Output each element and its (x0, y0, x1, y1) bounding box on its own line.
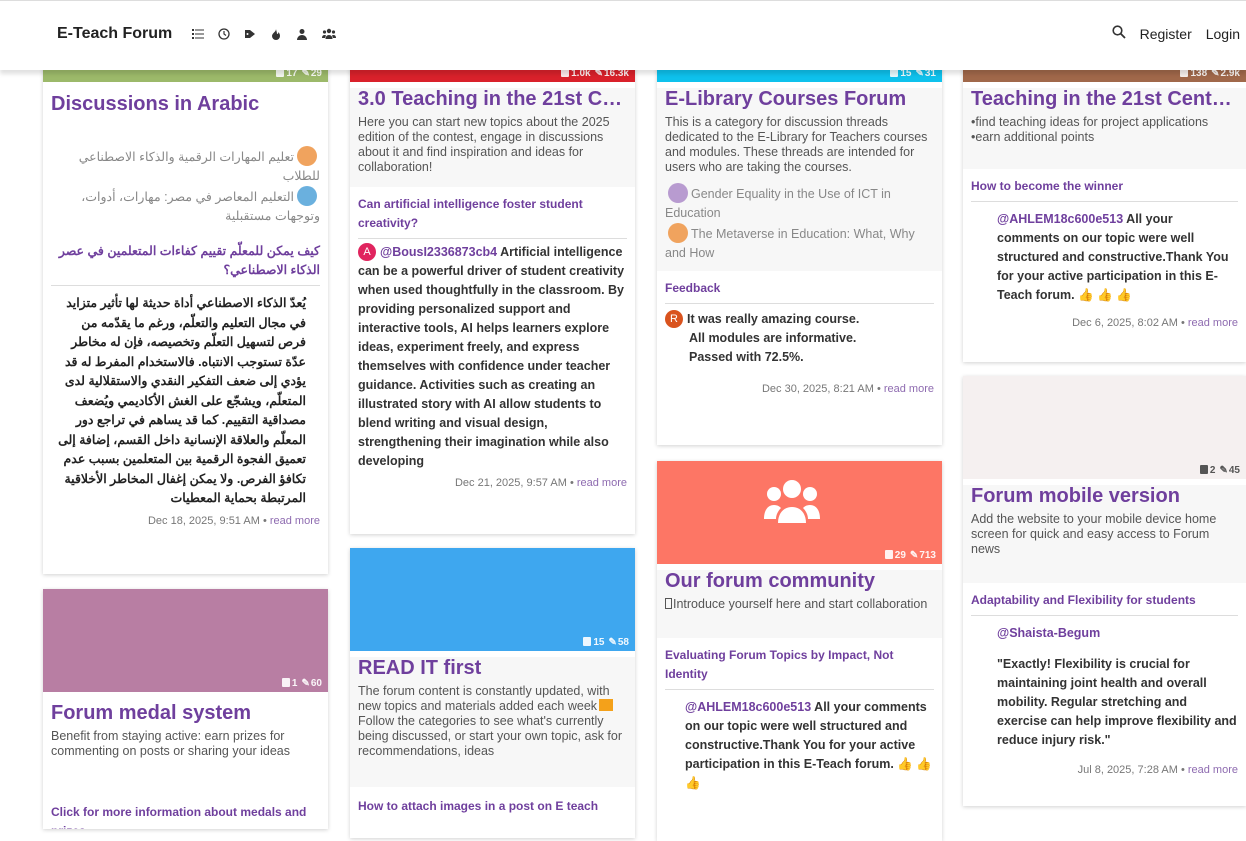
download-icon (599, 699, 614, 711)
category-title[interactable]: READ IT first (350, 657, 635, 680)
category-stats: 1 ✎60 (281, 678, 322, 689)
latest-post-body: يُعدّ الذكاء الاصطناعي أداة حديثة لها تأ… (58, 296, 306, 505)
category-color-bar: 1 ✎60 (43, 589, 328, 692)
post-date: Dec 18, 2025, 9:51 AM • read more (147, 514, 320, 527)
category-description: •find teaching ideas for project applica… (971, 115, 1209, 144)
posts-icon: ✎ (608, 637, 617, 648)
tags-icon[interactable] (244, 28, 256, 40)
latest-post-body: "Exactly! Flexibility is crucial for mai… (997, 657, 1237, 747)
category-card-mobile[interactable]: 2 ✎45 Forum mobile version Add the websit… (963, 376, 1246, 806)
post-date: Dec 30, 2025, 8:21 AM • read more (761, 383, 934, 395)
brand-link[interactable]: E-Teach Forum (57, 25, 172, 43)
category-title[interactable]: Teaching in the 21st Centur... (963, 88, 1246, 111)
posts-icon: ✎ (301, 678, 310, 689)
topics-icon (281, 678, 290, 687)
category-title[interactable]: Discussions in Arabic (43, 93, 328, 116)
category-description: The forum content is constantly updated,… (358, 684, 623, 758)
latest-topic-title[interactable]: How to become the winner (971, 169, 1238, 202)
category-title[interactable]: E-Library Courses Forum (657, 88, 942, 111)
latest-post: @AHLEM18c600e513 All your comments on ou… (665, 690, 934, 793)
clock-icon[interactable] (218, 28, 230, 40)
topics-icon (1199, 465, 1208, 474)
post-author[interactable]: @AHLEM18c600e513 (997, 212, 1123, 226)
post-author[interactable]: @AHLEM18c600e513 (685, 700, 811, 714)
login-link[interactable]: Login (1206, 26, 1240, 42)
comments-icon (297, 186, 317, 206)
register-link[interactable]: Register (1140, 26, 1192, 42)
latest-topic-title[interactable]: كيف يمكن للمعلّم تقييم كفاءات المتعلمين … (51, 234, 320, 286)
category-stats: 15 ✎58 (583, 637, 629, 648)
post-date: Jul 8, 2025, 7:28 AM • read more (1077, 764, 1238, 776)
category-stats: 29 ✎713 (884, 550, 936, 561)
latest-post: A @BousI2336873cb4 Artificial intelligenc… (358, 239, 627, 471)
user-icon[interactable] (296, 28, 308, 40)
latest-topic-title[interactable]: How to attach images in a post on E teac… (358, 787, 627, 821)
category-title[interactable]: Forum mobile version (963, 485, 1246, 508)
category-description: This is a category for discussion thread… (665, 115, 928, 174)
category-title[interactable]: 3.0 Teaching in the 21st Ce... (350, 88, 635, 111)
posts-icon: ✎ (909, 550, 919, 561)
latest-topic-title[interactable]: Evaluating Forum Topics by Impact, Not I… (665, 638, 934, 690)
comments-icon (297, 146, 317, 166)
post-author[interactable]: @BousI2336873cb4 (380, 245, 497, 259)
read-more-link[interactable]: read more (270, 515, 320, 527)
post-date: Dec 21, 2025, 9:57 AM • read more (454, 477, 627, 489)
comments-icon (668, 183, 688, 203)
category-color-bar: 15 ✎58 (350, 548, 635, 651)
read-more-link[interactable]: read more (1188, 317, 1238, 329)
right-nav: Register Login (1111, 25, 1240, 42)
glyph-placeholder (665, 598, 672, 609)
subcategory-link[interactable]: تعليم المهارات الرقمية والذكاء الاصطناعي… (43, 146, 328, 186)
latest-post: @AHLEM18c600e513 All your comments on ou… (971, 202, 1238, 305)
users-icon (764, 479, 820, 528)
category-description: Benefit from staying active: earn prizes… (51, 729, 291, 758)
subcategory-link[interactable]: The Metaverse in Education: What, Why an… (657, 223, 942, 263)
category-stats: 2 ✎45 (1199, 465, 1240, 476)
list-icon[interactable] (192, 28, 204, 40)
category-card-teaching-3-0[interactable]: 1.0k ✎16.3k 3.0 Teaching in the 21st Ce..… (350, 62, 635, 534)
category-description: Here you can start new topics about the … (358, 115, 610, 174)
category-title[interactable]: Our forum community (657, 570, 942, 593)
topics-icon (884, 550, 893, 559)
users-icon[interactable] (322, 28, 336, 40)
category-card-read-it-first[interactable]: 15 ✎58 READ IT first The forum content is… (350, 548, 635, 838)
category-description: Add the website to your mobile device ho… (971, 512, 1217, 556)
read-more-link[interactable]: read more (884, 383, 934, 395)
fire-icon[interactable] (270, 28, 282, 40)
category-card-teaching-21st[interactable]: 138 ✎2.9k Teaching in the 21st Centur... … (963, 62, 1246, 362)
latest-topic-title[interactable]: Click for more information about medals … (51, 795, 320, 829)
latest-post: R It was really amazing course. All modul… (665, 304, 934, 367)
posts-icon: ✎ (1219, 465, 1228, 476)
subcategory-link[interactable]: Gender Equality in the Use of ICT in Edu… (657, 183, 942, 223)
category-card-elibrary[interactable]: 15 ✎31 E-Library Courses Forum This is a … (657, 62, 942, 445)
thumbs-up-icon: 👍 👍 👍 (1078, 288, 1132, 302)
latest-topic-title[interactable]: Feedback (665, 271, 934, 304)
post-author[interactable]: @Shaista-Begum (997, 624, 1238, 643)
post-date: Dec 6, 2025, 8:02 AM • read more (1072, 317, 1238, 329)
topics-icon (583, 637, 592, 646)
category-title[interactable]: Forum medal system (43, 702, 328, 725)
avatar[interactable]: A (358, 243, 376, 261)
category-color-bar: 29 ✎713 (657, 461, 942, 564)
read-more-link[interactable]: read more (1188, 764, 1238, 776)
avatar[interactable]: R (665, 310, 683, 328)
latest-post-body: Artificial intelligence can be a powerfu… (358, 245, 625, 468)
latest-topic-title[interactable]: Adaptability and Flexibility for student… (971, 583, 1238, 616)
category-description: Introduce yourself here and start collab… (657, 593, 942, 612)
category-card-arabic[interactable]: 17 ✎29 Discussions in Arabic تعليم المهار… (43, 62, 328, 574)
subcategory-link[interactable]: التعليم المعاصر في مصر: مهارات، أدوات، و… (43, 186, 328, 226)
latest-topic-title[interactable]: Can artificial intelligence foster stude… (358, 187, 627, 239)
read-more-link[interactable]: read more (577, 477, 627, 489)
category-color-bar: 2 ✎45 (963, 376, 1246, 479)
top-navbar: E-Teach Forum Register Login (0, 0, 1246, 70)
latest-post: @Shaista-Begum "Exactly! Flexibility is … (971, 616, 1238, 750)
category-card-community[interactable]: 29 ✎713 Our forum community Introduce you… (657, 461, 942, 841)
search-icon[interactable] (1111, 25, 1126, 42)
category-card-medal[interactable]: 1 ✎60 Forum medal system Benefit from sta… (43, 589, 328, 829)
nav-icons (192, 28, 336, 40)
comments-icon (668, 223, 688, 243)
